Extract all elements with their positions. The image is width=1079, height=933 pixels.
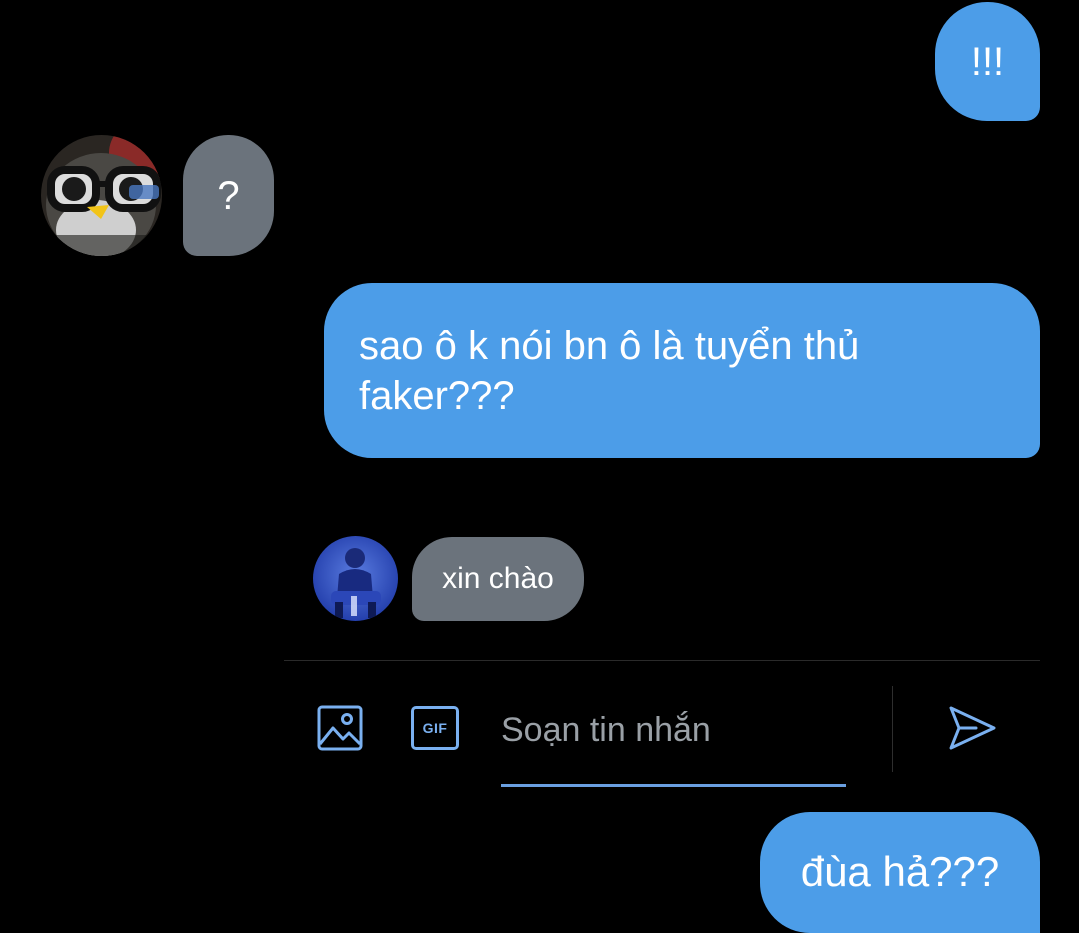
gif-button[interactable]: GIF: [408, 703, 462, 753]
message-text: đùa hả???: [800, 848, 1000, 896]
message-text: xin chào: [442, 562, 554, 596]
composer-divider: [284, 660, 1040, 661]
message-text: !!!: [970, 39, 1005, 84]
message-bubble-incoming[interactable]: xin chào: [412, 537, 584, 621]
message-bubble-outgoing[interactable]: sao ô k nói bn ô là tuyển thủ faker???: [324, 283, 1040, 458]
gif-icon: GIF: [411, 706, 459, 750]
message-input[interactable]: [501, 700, 846, 760]
message-input-underline: [501, 784, 846, 787]
message-text: sao ô k nói bn ô là tuyển thủ faker???: [359, 324, 860, 418]
send-icon: [949, 706, 996, 750]
penguin-avatar-icon: [41, 135, 162, 256]
send-divider: [892, 686, 893, 772]
person-avatar[interactable]: [313, 536, 398, 621]
message-text: ?: [217, 173, 240, 218]
person-avatar-icon: [313, 536, 398, 621]
penguin-avatar[interactable]: [41, 135, 162, 256]
image-attach-button[interactable]: [314, 702, 366, 754]
message-bubble-outgoing[interactable]: đùa hả???: [760, 812, 1040, 933]
gif-label: GIF: [422, 720, 448, 736]
message-bubble-incoming[interactable]: ?: [183, 135, 274, 256]
message-bubble-outgoing[interactable]: !!!: [935, 2, 1040, 121]
image-icon: [317, 705, 363, 751]
send-button[interactable]: [944, 700, 1000, 756]
